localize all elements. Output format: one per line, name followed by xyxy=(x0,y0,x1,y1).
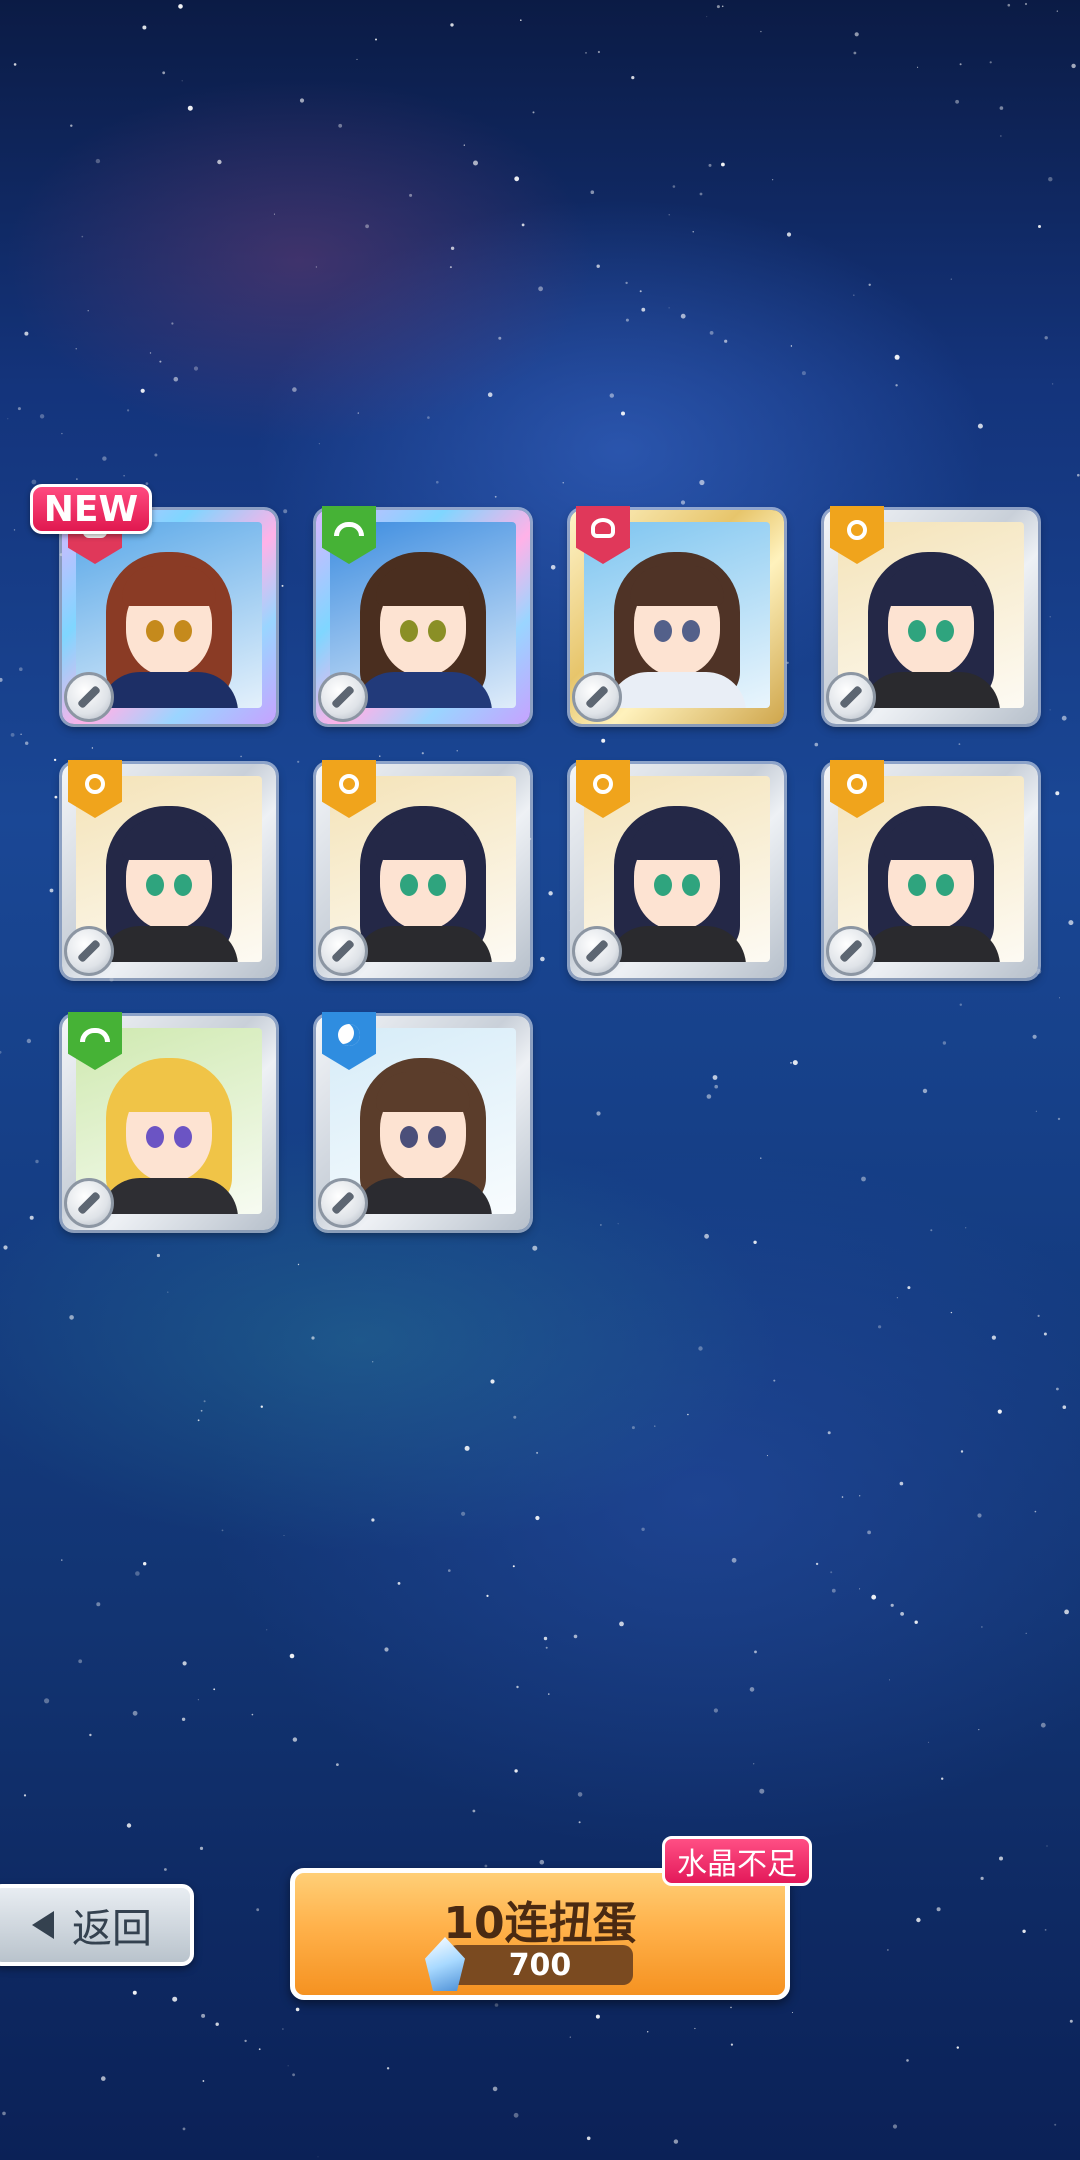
cost-value: 700 xyxy=(508,1947,572,1983)
missile-icon xyxy=(64,1178,114,1228)
back-button-label: 返回 xyxy=(72,1906,152,1952)
character-card[interactable] xyxy=(62,1012,276,1230)
rifle-icon xyxy=(572,926,622,976)
ten-pull-gacha-button[interactable]: 10连扭蛋 700 xyxy=(290,1868,790,2000)
character-card[interactable] xyxy=(570,506,784,724)
crystal-cost: 700 xyxy=(425,1937,633,1991)
sword-icon xyxy=(318,672,368,722)
back-button[interactable]: 返回 xyxy=(0,1884,194,1966)
rifle-icon xyxy=(826,672,876,722)
character-card[interactable] xyxy=(316,760,530,978)
sword-icon xyxy=(572,672,622,722)
character-card[interactable] xyxy=(570,760,784,978)
character-card[interactable] xyxy=(62,760,276,978)
rifle-icon xyxy=(826,926,876,976)
insufficient-crystal-badge: 水晶不足 xyxy=(662,1836,812,1886)
sword-icon xyxy=(64,672,114,722)
back-arrow-icon xyxy=(32,1911,54,1939)
character-card[interactable] xyxy=(824,506,1038,724)
gacha-button-label: 10连扭蛋 xyxy=(443,1898,637,1949)
rifle-icon xyxy=(318,926,368,976)
character-card[interactable] xyxy=(62,506,276,724)
character-card[interactable] xyxy=(316,1012,530,1230)
rifle-icon xyxy=(64,926,114,976)
sword-icon xyxy=(318,1178,368,1228)
character-card[interactable] xyxy=(824,760,1038,978)
new-badge: NEW xyxy=(30,484,152,534)
character-card[interactable] xyxy=(316,506,530,724)
